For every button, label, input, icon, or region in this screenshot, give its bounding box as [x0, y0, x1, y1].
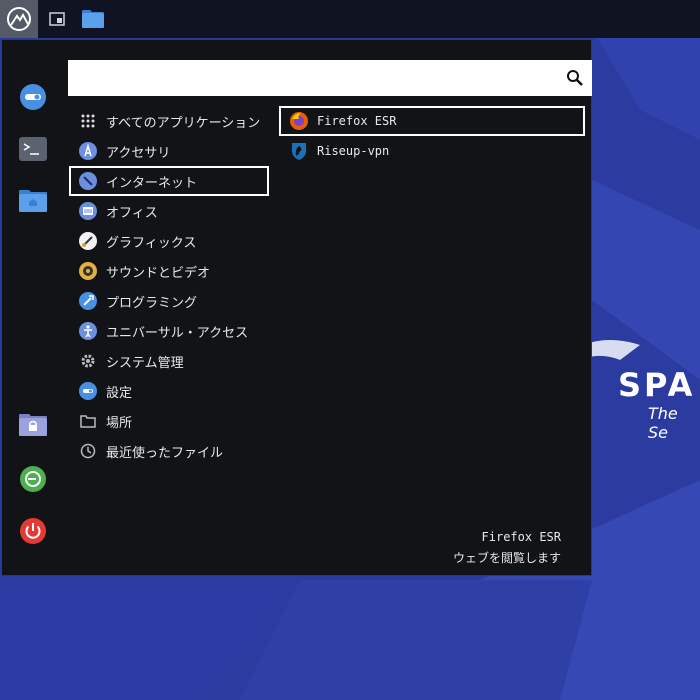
grid-icon — [79, 112, 97, 130]
category-accessories[interactable]: アクセサリ — [69, 136, 269, 166]
app-firefox-esr[interactable]: Firefox ESR — [279, 106, 585, 136]
category-all-applications[interactable]: すべてのアプリケーション — [69, 106, 269, 136]
category-places[interactable]: 場所 — [69, 406, 269, 436]
search-bar — [68, 60, 592, 96]
sidebar-settings-button[interactable] — [16, 80, 50, 114]
category-internet[interactable]: インターネット — [69, 166, 269, 196]
taskbar — [0, 0, 700, 38]
app-riseup-vpn[interactable]: Riseup-vpn — [279, 136, 585, 166]
category-universal-access[interactable]: ユニバーサル・アクセス — [69, 316, 269, 346]
search-input[interactable] — [76, 66, 560, 92]
gear-icon — [79, 352, 97, 370]
search-icon[interactable] — [566, 69, 584, 87]
category-settings[interactable]: 設定 — [69, 376, 269, 406]
distro-logo-icon — [7, 7, 31, 31]
sidebar-logout-button[interactable] — [16, 462, 50, 496]
power-icon — [20, 518, 46, 544]
selected-app-name: Firefox ESR — [481, 530, 561, 544]
graphics-icon — [79, 232, 97, 250]
wallpaper-tagline: The Se — [648, 404, 678, 442]
category-label: 最近使ったファイル — [106, 445, 224, 461]
category-label: インターネット — [106, 175, 198, 191]
settings-icon — [79, 382, 97, 400]
lock-screen-icon — [19, 414, 47, 436]
category-label: ユニバーサル・アクセス — [106, 325, 249, 341]
sidebar-files-button[interactable] — [16, 184, 50, 218]
clock-icon — [79, 442, 97, 460]
category-label: サウンドとビデオ — [106, 265, 211, 281]
start-menu-button[interactable] — [0, 0, 38, 38]
category-label: システム管理 — [106, 355, 184, 371]
category-label: グラフィックス — [106, 235, 197, 251]
office-icon — [79, 202, 97, 220]
category-label: オフィス — [106, 205, 158, 221]
category-system-admin[interactable]: システム管理 — [69, 346, 269, 376]
category-label: 設定 — [106, 385, 133, 401]
wallpaper-brand: SPA — [618, 366, 696, 404]
category-office[interactable]: オフィス — [69, 196, 269, 226]
category-recent-files[interactable]: 最近使ったファイル — [69, 436, 269, 466]
application-menu: すべてのアプリケーション アクセサリ インターネット オフィス グラフィックス … — [1, 39, 592, 576]
file-manager-button[interactable] — [76, 0, 110, 38]
folder-icon — [79, 412, 97, 430]
category-graphics[interactable]: グラフィックス — [69, 226, 269, 256]
sidebar-lock-button[interactable] — [16, 408, 50, 442]
category-label: 場所 — [106, 415, 133, 431]
firefox-icon — [289, 111, 309, 131]
sidebar-power-button[interactable] — [16, 514, 50, 548]
category-label: アクセサリ — [106, 145, 171, 161]
show-desktop-button[interactable] — [38, 0, 76, 38]
folder-icon — [82, 10, 104, 28]
accessories-icon — [79, 142, 97, 160]
category-label: プログラミング — [106, 295, 198, 311]
category-programming[interactable]: プログラミング — [69, 286, 269, 316]
category-sound-video[interactable]: サウンドとビデオ — [69, 256, 269, 286]
logout-icon — [20, 466, 46, 492]
favorites-sidebar — [2, 40, 64, 575]
home-folder-icon — [19, 190, 47, 212]
riseup-vpn-icon — [289, 141, 309, 161]
terminal-icon — [19, 137, 47, 161]
category-label: すべてのアプリケーション — [106, 115, 261, 131]
window-icon — [49, 12, 65, 26]
accessibility-icon — [79, 322, 97, 340]
internet-icon — [79, 172, 97, 190]
selected-app-description: ウェブを閲覧します — [452, 551, 561, 565]
app-label: Riseup-vpn — [317, 144, 390, 158]
sidebar-terminal-button[interactable] — [16, 132, 50, 166]
sound-video-icon — [79, 262, 97, 280]
settings-toggle-icon — [20, 84, 46, 110]
app-label: Firefox ESR — [317, 114, 397, 128]
programming-icon — [79, 292, 97, 310]
